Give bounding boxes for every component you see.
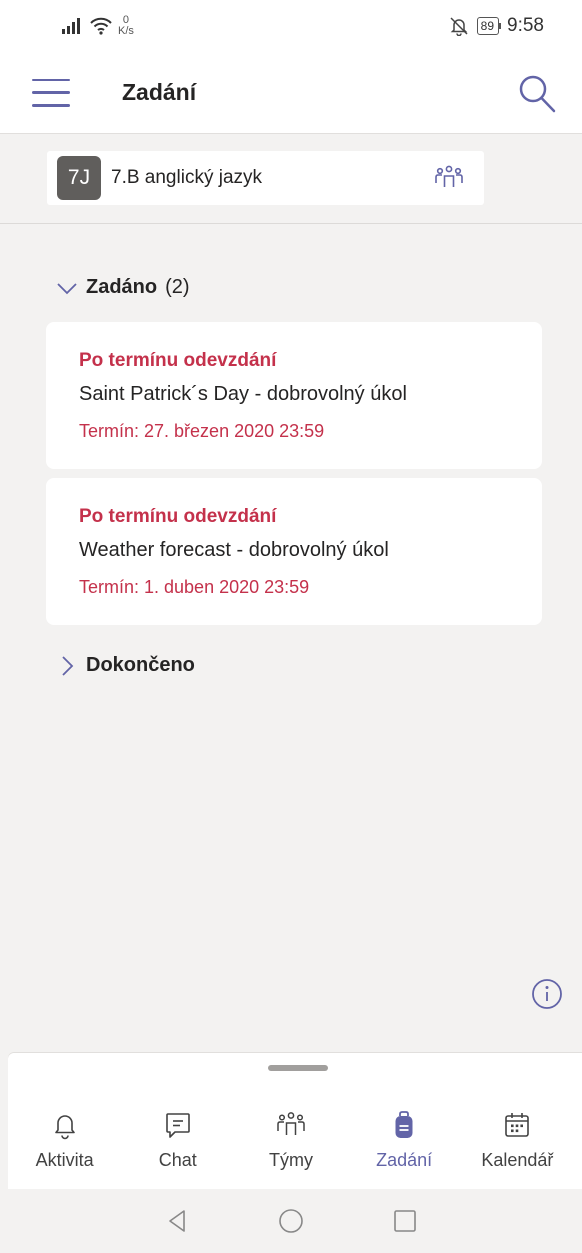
nav-label: Zadání bbox=[376, 1150, 433, 1170]
teams-icon bbox=[277, 1112, 305, 1135]
info-icon[interactable] bbox=[531, 978, 563, 1010]
hamburger-menu-icon[interactable] bbox=[32, 78, 70, 107]
recents-icon[interactable] bbox=[390, 1206, 420, 1236]
bell-icon bbox=[54, 1115, 75, 1140]
backpack-icon bbox=[395, 1111, 413, 1138]
nav-item-zadani[interactable]: Zadání bbox=[349, 1096, 459, 1189]
sheet-grabber[interactable] bbox=[268, 1065, 328, 1071]
app-header: Zadání bbox=[0, 52, 582, 134]
signal-icon bbox=[62, 18, 80, 34]
status-bar: 0 K/s 89 9:58 bbox=[0, 0, 582, 52]
class-bar: 7J 7.B anglický jazyk bbox=[0, 134, 582, 224]
home-icon[interactable] bbox=[276, 1206, 306, 1236]
bottom-nav: Aktivita Chat Týmy Zadání Kalendář bbox=[0, 1096, 582, 1189]
clock: 9:58 bbox=[507, 15, 544, 36]
bell-off-icon bbox=[450, 17, 468, 36]
assignment-name: Weather forecast - dobrovolný úkol bbox=[79, 539, 389, 561]
calendar-icon bbox=[505, 1113, 530, 1137]
assignment-name: Saint Patrick´s Day - dobrovolný úkol bbox=[79, 383, 407, 405]
section-completed-label: Dokončeno bbox=[86, 654, 195, 676]
page-title: Zadání bbox=[122, 79, 197, 105]
class-name: 7.B anglický jazyk bbox=[111, 167, 263, 188]
nav-label: Týmy bbox=[268, 1150, 313, 1170]
class-selector[interactable]: 7J 7.B anglický jazyk bbox=[47, 151, 484, 205]
section-assigned-toggle[interactable]: Zadáno (2) bbox=[56, 276, 190, 299]
battery-icon: 89 bbox=[476, 17, 500, 35]
nav-label: Aktivita bbox=[35, 1150, 94, 1170]
back-icon[interactable] bbox=[162, 1206, 192, 1236]
nav-item-chat[interactable]: Chat bbox=[123, 1096, 233, 1189]
section-assigned-label: Zadáno bbox=[86, 276, 158, 298]
assignment-status: Po termínu odevzdání bbox=[79, 506, 277, 527]
network-speed-unit: K/s bbox=[118, 25, 134, 37]
network-speed: 0 K/s bbox=[118, 15, 134, 37]
nav-label: Kalendář bbox=[481, 1150, 554, 1170]
chevron-down-icon bbox=[57, 282, 77, 294]
nav-item-tymy[interactable]: Týmy bbox=[236, 1096, 346, 1189]
nav-item-kalendar[interactable]: Kalendář bbox=[462, 1096, 572, 1189]
wifi-icon bbox=[90, 17, 112, 35]
team-icon[interactable] bbox=[434, 163, 464, 193]
chevron-right-icon bbox=[62, 655, 74, 676]
search-icon[interactable] bbox=[514, 71, 558, 115]
chat-icon bbox=[165, 1113, 190, 1138]
system-nav-bar bbox=[0, 1189, 582, 1253]
assignment-due: Termín: 1. duben 2020 23:59 bbox=[79, 577, 310, 597]
assignment-card[interactable]: Po termínu odevzdání Saint Patrick´s Day… bbox=[46, 322, 542, 469]
status-left: 0 K/s bbox=[62, 15, 134, 37]
assignment-due: Termín: 27. březen 2020 23:59 bbox=[79, 421, 325, 441]
assignment-card[interactable]: Po termínu odevzdání Weather forecast - … bbox=[46, 478, 542, 625]
class-avatar: 7J bbox=[57, 156, 101, 200]
section-completed-toggle[interactable]: Dokončeno bbox=[56, 654, 195, 677]
nav-item-aktivita[interactable]: Aktivita bbox=[10, 1096, 120, 1189]
nav-label: Chat bbox=[158, 1150, 197, 1170]
status-right: 89 9:58 bbox=[449, 15, 544, 37]
section-assigned-count: (2) bbox=[165, 276, 190, 298]
assignment-status: Po termínu odevzdání bbox=[79, 350, 277, 371]
